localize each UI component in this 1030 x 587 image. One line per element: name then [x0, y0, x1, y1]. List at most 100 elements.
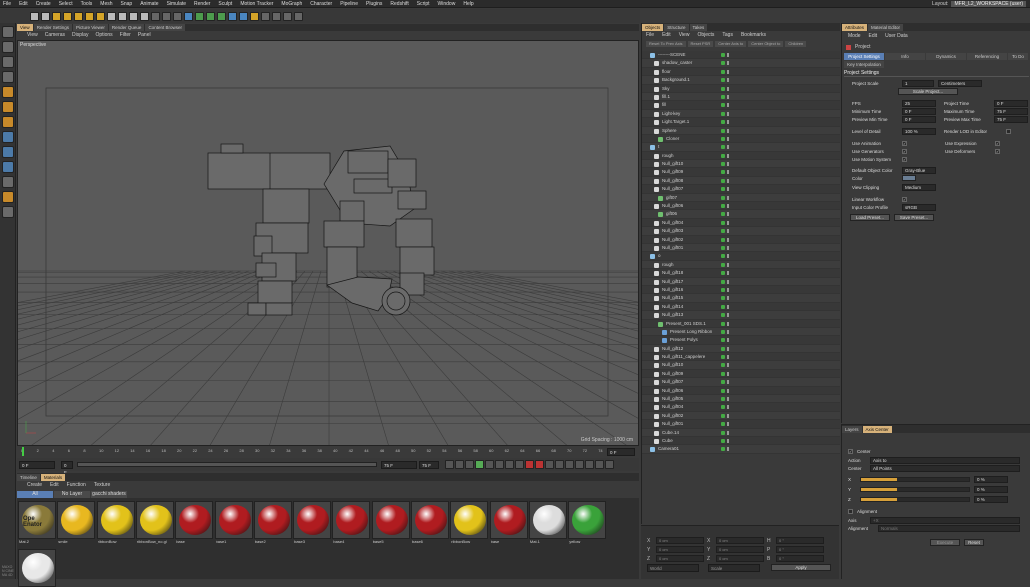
end-frame-field-2[interactable]: 75 F [419, 460, 439, 469]
alignment-checkbox[interactable] [848, 508, 853, 514]
render-toggle[interactable] [727, 78, 729, 83]
param-key-icon[interactable] [585, 460, 594, 469]
visibility-dot[interactable] [721, 388, 725, 393]
menu-redshift[interactable]: Redshift [390, 1, 408, 7]
menu-pipeline[interactable]: Pipeline [340, 1, 358, 7]
render-toggle[interactable] [727, 296, 729, 301]
current-frame-field[interactable]: 0 F [61, 460, 73, 475]
menu-edit[interactable]: Edit [869, 33, 878, 39]
render-toggle[interactable] [727, 120, 729, 125]
render-toggle[interactable] [727, 187, 729, 192]
object-row[interactable]: rough [642, 151, 840, 161]
object-row[interactable]: Null_gift06 [642, 202, 840, 211]
object-row[interactable]: rough [642, 260, 840, 270]
visibility-dot[interactable] [721, 120, 725, 125]
axis-percentage-field[interactable]: 0 % [974, 475, 1008, 483]
render-toggle[interactable] [727, 405, 729, 410]
coordinate-field[interactable]: 0 ° [776, 546, 824, 553]
render-toggle[interactable] [727, 53, 729, 57]
material-filter-all[interactable]: All [17, 490, 53, 498]
render-toggle[interactable] [727, 397, 729, 402]
material-swatch[interactable]: base4 [332, 501, 371, 544]
render-toggle[interactable] [727, 304, 729, 309]
object-row[interactable]: Null_gift15 [642, 294, 840, 303]
render-toggle[interactable] [727, 388, 729, 393]
visibility-dot[interactable] [721, 380, 725, 385]
rs-light-icon[interactable] [283, 11, 292, 21]
axis-percentage-field[interactable]: 0 % [974, 485, 1008, 493]
min-time-field[interactable]: 0 F [902, 107, 936, 115]
object-row[interactable]: Camera01 [642, 445, 840, 454]
object-row[interactable]: floor [642, 67, 840, 77]
material-menu-create[interactable]: Create [27, 482, 42, 488]
project-scale-unit-select[interactable]: Centimeters [938, 79, 982, 87]
visibility-dot[interactable] [721, 162, 725, 167]
object-row[interactable]: Null_gift10 [642, 160, 840, 169]
visibility-dot[interactable] [721, 178, 725, 183]
render-toggle[interactable] [727, 380, 729, 385]
object-row[interactable]: Sphere [642, 126, 840, 135]
visibility-dot[interactable] [721, 262, 725, 267]
project-time-field[interactable]: 0 F [994, 99, 1028, 107]
coordinate-field[interactable]: 0 cm [716, 555, 764, 562]
visibility-dot[interactable] [721, 279, 725, 284]
viewport-menu-panel[interactable]: Panel [138, 32, 151, 38]
material-menu-edit[interactable]: Edit [50, 482, 59, 488]
prev-frame-icon[interactable] [465, 460, 474, 469]
visibility-dot[interactable] [721, 422, 725, 427]
menu-character[interactable]: Character [310, 1, 332, 7]
prev-key-icon[interactable] [455, 460, 464, 469]
material-swatch[interactable]: base6 [411, 501, 449, 544]
tab-material-editor[interactable]: Material Editor [868, 23, 904, 31]
render-toggle[interactable] [727, 61, 729, 66]
visibility-dot[interactable] [721, 397, 725, 402]
subtab-key-interpolation[interactable]: Key Interpolation [844, 61, 884, 68]
visibility-dot[interactable] [721, 153, 725, 158]
menu-snap[interactable]: Snap [121, 1, 133, 7]
camera-icon[interactable] [239, 11, 248, 21]
object-menu-file[interactable]: File [646, 32, 654, 38]
input-profile-select[interactable]: sRGB [902, 203, 936, 211]
viewport-tab-render-queue[interactable]: Render Queue [108, 24, 145, 31]
scene-icon[interactable] [228, 11, 237, 21]
rotation-key-icon[interactable] [575, 460, 584, 469]
move-tool-icon[interactable] [63, 11, 72, 21]
menu-animate[interactable]: Animate [140, 1, 158, 7]
object-row[interactable]: Background.1 [642, 76, 840, 85]
object-menu-bookmarks[interactable]: Bookmarks [741, 32, 766, 38]
layout-selector[interactable]: Layout: MFR_L2_WORKSPACE (user) [932, 0, 1030, 8]
scale-key-icon[interactable] [565, 460, 574, 469]
subtab-info[interactable]: Info [885, 53, 925, 60]
viewport-menu-filter[interactable]: Filter [120, 32, 131, 38]
viewport-tab-render-settings[interactable]: Render Settings [33, 24, 72, 31]
x-axis-icon[interactable] [107, 11, 116, 21]
workplane-icon[interactable] [2, 71, 14, 83]
render-view-icon[interactable] [151, 11, 160, 21]
visibility-dot[interactable] [721, 170, 725, 175]
visibility-dot[interactable] [721, 405, 725, 410]
load-preset-button[interactable]: Load Preset... [850, 214, 890, 221]
render-toggle[interactable] [727, 103, 729, 108]
object-row[interactable]: gift06 [642, 210, 840, 219]
coordinate-field[interactable]: 0 cm [716, 537, 764, 544]
tab-attributes[interactable]: Attributes [842, 23, 868, 31]
end-frame-field[interactable]: 75 F [381, 460, 417, 469]
light-icon[interactable] [250, 11, 259, 21]
render-toggle[interactable] [727, 204, 729, 209]
object-row[interactable]: Sky [642, 84, 840, 93]
material-swatch[interactable]: base2 [253, 501, 292, 544]
layer-icon[interactable] [2, 206, 14, 218]
visibility-dot[interactable] [721, 254, 725, 259]
object-row[interactable]: Present Polys [642, 336, 840, 345]
coordinate-field[interactable]: 0 ° [776, 555, 824, 562]
goto-end-icon[interactable] [505, 460, 514, 469]
scale-project-button[interactable]: Scale Project... [898, 88, 958, 95]
visibility-dot[interactable] [721, 245, 725, 250]
render-toggle[interactable] [727, 229, 729, 234]
visibility-dot[interactable] [721, 61, 725, 66]
tab-layers[interactable]: Layers [842, 425, 862, 433]
render-toggle[interactable] [727, 69, 729, 74]
object-row[interactable]: gift07 [642, 193, 840, 203]
object-row[interactable]: Cloner [642, 134, 840, 144]
viewport[interactable]: Perspective Grid Spacing : 1000 cm [17, 40, 639, 446]
